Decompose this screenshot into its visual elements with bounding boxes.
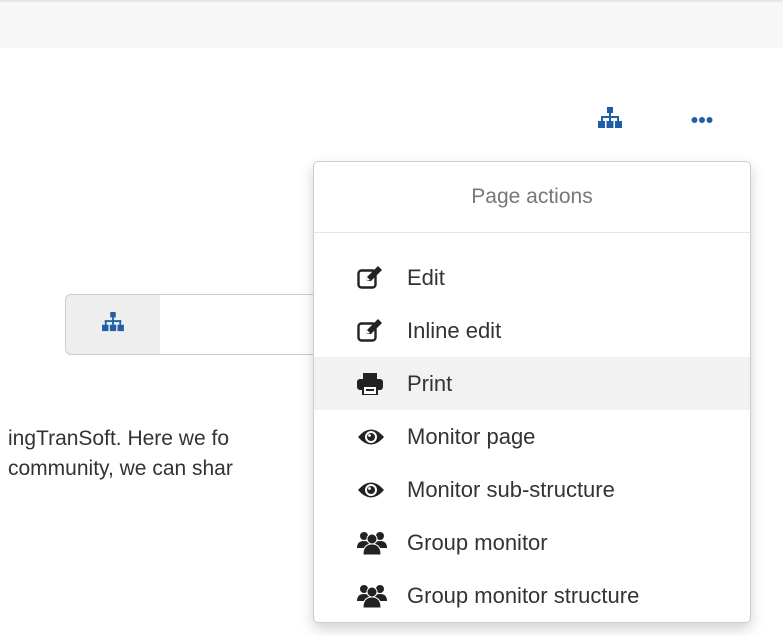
menu-item-inline-edit[interactable]: Inline edit <box>314 304 750 357</box>
menu-item-monitor-page[interactable]: Monitor page <box>314 410 750 463</box>
intro-line-1: ingTranSoft. Here we fo <box>8 427 229 450</box>
menu-item-print[interactable]: Print <box>314 357 750 410</box>
edit-icon <box>357 265 393 290</box>
eye-icon <box>357 425 393 449</box>
sitemap-icon <box>102 312 124 337</box>
intro-text: ingTranSoft. Here we fo community, we ca… <box>8 424 313 484</box>
ellipsis-icon <box>691 111 713 129</box>
page-actions-menu: Edit Inline edit Print Monitor page Moni… <box>314 233 750 622</box>
menu-item-label: Group monitor <box>407 529 548 555</box>
group-icon <box>357 531 393 555</box>
menu-item-edit[interactable]: Edit <box>314 251 750 304</box>
more-actions-button[interactable] <box>682 103 722 137</box>
page-actions-dropdown: Page actions Edit Inline edit Print Moni… <box>313 161 751 623</box>
structure-search-group <box>65 294 330 355</box>
group-icon <box>357 584 393 608</box>
intro-line-2: community, we can shar <box>8 457 233 480</box>
structure-button[interactable] <box>590 103 630 137</box>
menu-item-label: Print <box>407 370 453 396</box>
menu-item-label: Monitor sub-structure <box>407 476 615 502</box>
menu-item-monitor-sub-structure[interactable]: Monitor sub-structure <box>314 463 750 516</box>
structure-input[interactable] <box>160 294 330 355</box>
structure-addon-button[interactable] <box>65 294 161 355</box>
menu-item-label: Inline edit <box>407 317 502 343</box>
eye-icon <box>357 478 393 502</box>
menu-item-group-monitor-structure[interactable]: Group monitor structure <box>314 569 750 622</box>
top-bar <box>0 0 783 48</box>
edit-icon <box>357 318 393 343</box>
menu-item-label: Monitor page <box>407 423 536 449</box>
menu-item-label: Edit <box>407 264 445 290</box>
menu-item-group-monitor[interactable]: Group monitor <box>314 516 750 569</box>
menu-item-label: Group monitor structure <box>407 582 640 608</box>
page-actions-header: Page actions <box>314 162 750 233</box>
sitemap-icon <box>598 106 622 134</box>
print-icon <box>357 372 393 396</box>
